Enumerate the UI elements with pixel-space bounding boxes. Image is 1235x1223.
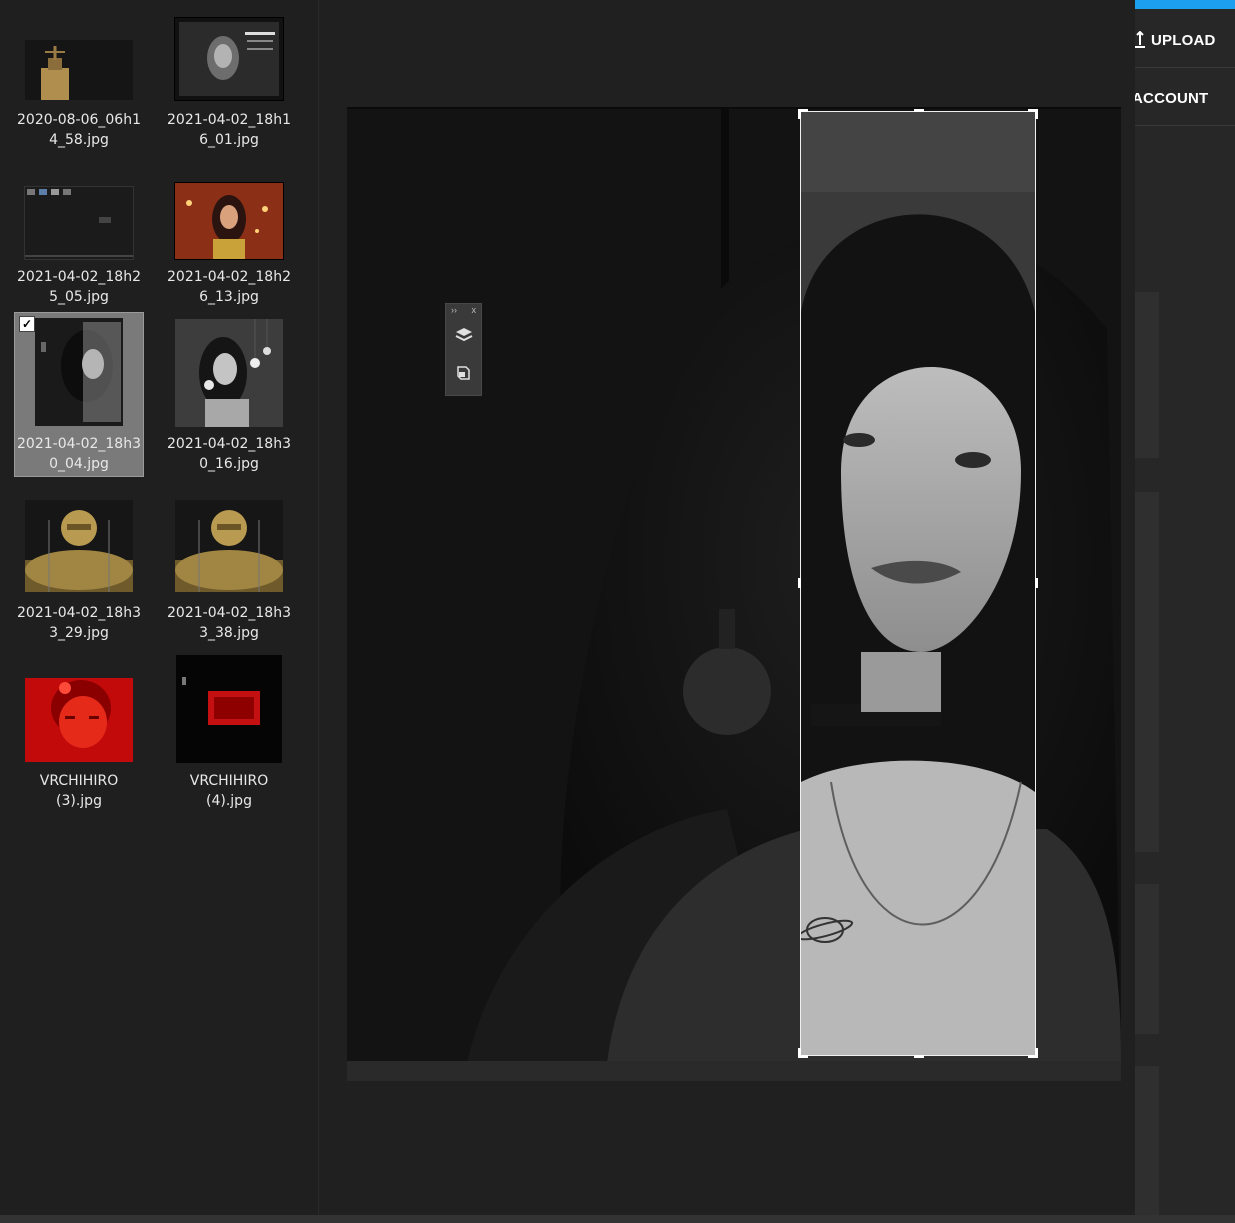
crop-handle-bottom[interactable] [914,1055,924,1058]
file-name: VRCHIHIRO (3).jpg [39,773,119,809]
crop-handle-right[interactable] [1035,578,1038,588]
file-name: 2020-08-06_06h1 4_58.jpg [17,112,141,148]
file-browser-panel: 2020-08-06_06h1 4_58.jpg 2021-04-02_18h1 6… [0,0,319,1215]
cube-icon [456,366,470,380]
file-thumbnail [35,318,123,426]
upload-label: UPLOAD [1151,31,1216,49]
expand-icon[interactable]: ›› [451,304,457,316]
close-icon[interactable]: x [472,304,477,316]
sidebar-panel [1135,492,1159,852]
sidebar-panel [1135,884,1159,1034]
file-tile[interactable]: 2021-04-02_18h3 3_38.jpg [164,480,294,645]
file-tile-selected[interactable]: ✓ 2021-04-02_18h3 0_04.jpg [14,312,144,477]
file-name: VRCHIHIRO (4).jpg [189,773,269,809]
crop-handle-bl[interactable] [798,1048,801,1058]
upload-icon [1135,31,1145,48]
layers-button[interactable] [446,316,481,354]
file-thumbnail [24,186,134,260]
upload-button[interactable]: UPLOAD [1135,13,1235,68]
checkbox[interactable]: ✓ [19,316,35,332]
file-tile[interactable]: VRCHIHIRO (3).jpg [14,648,144,813]
crop-selection[interactable] [798,109,1038,1058]
crop-handle-top[interactable] [914,109,924,112]
file-name: 2021-04-02_18h3 3_29.jpg [17,605,141,641]
layers-icon [455,328,472,342]
floating-toolbar: ›› x [445,303,482,396]
file-thumbnail [25,678,133,762]
file-tile[interactable]: 2021-04-02_18h1 6_01.jpg [164,10,294,175]
file-thumbnail [25,40,133,100]
file-tile[interactable]: 2021-04-02_18h3 3_29.jpg [14,480,144,645]
file-name: 2021-04-02_18h2 6_13.jpg [167,269,291,305]
crop-selected-region [801,112,1035,1055]
sidebar-panel [1135,292,1159,458]
crop-handle-left[interactable] [798,578,801,588]
horizontal-scrollbar[interactable] [0,1215,1235,1223]
file-tile[interactable]: 2021-04-02_18h3 0_16.jpg [164,312,294,477]
sidebar-panel [1135,1066,1159,1215]
crop-handle-tr[interactable] [1035,109,1038,119]
file-tile[interactable]: 2020-08-06_06h1 4_58.jpg [14,30,144,195]
file-tile[interactable]: VRCHIHIRO (4).jpg [164,648,294,813]
file-thumbnail [174,17,284,101]
file-name: 2021-04-02_18h3 0_16.jpg [167,436,291,472]
account-button[interactable]: ACCOUNT [1135,71,1235,126]
right-sidebar: UPLOAD ACCOUNT [1135,0,1235,1215]
account-label: ACCOUNT [1135,89,1209,107]
file-thumbnail [176,655,282,763]
file-thumbnail [175,319,283,427]
file-thumbnail [174,182,284,260]
crop-handle-br[interactable] [1035,1048,1038,1058]
file-name: 2021-04-02_18h1 6_01.jpg [167,112,291,148]
file-thumbnail [175,500,283,592]
cube-button[interactable] [446,354,481,392]
file-name: 2021-04-02_18h3 3_38.jpg [167,605,291,641]
file-name: 2021-04-02_18h3 0_04.jpg [17,436,141,472]
file-name: 2021-04-02_18h2 5_05.jpg [17,269,141,305]
crop-handle-tl[interactable] [798,109,801,119]
file-thumbnail [25,500,133,592]
accent-bar [1135,0,1235,9]
canvas-footer [347,1061,1121,1081]
